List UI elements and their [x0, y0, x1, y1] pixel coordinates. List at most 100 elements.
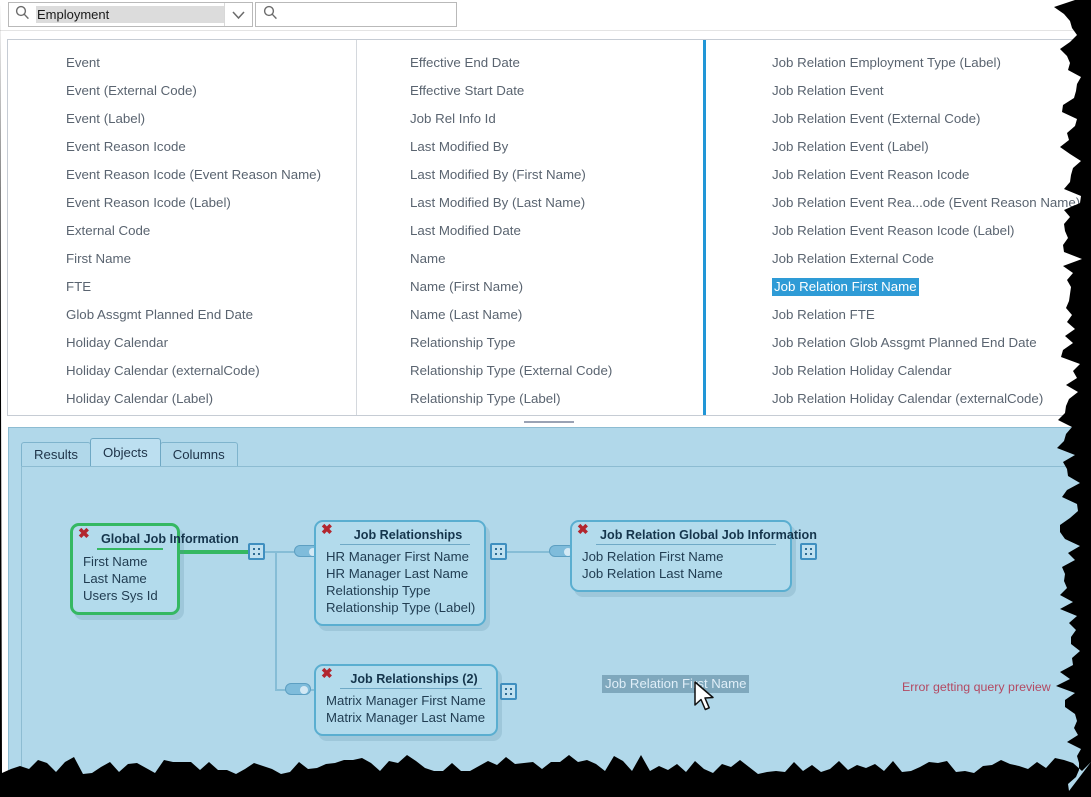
node-field[interactable]: Last Name	[83, 570, 167, 587]
tab-bar: Results Objects Columns	[21, 438, 238, 466]
top-search-bar: Employment	[0, 0, 1091, 31]
query-designer-panel: Results Objects Columns ✖ Global Job Inf…	[8, 427, 1091, 797]
list-item[interactable]: Job Relation Event (Label)	[706, 133, 1087, 161]
list-item[interactable]: Job Relation Event Reason Icode (Label)	[706, 217, 1087, 245]
close-x-icon[interactable]: ✖	[78, 526, 90, 540]
list-item[interactable]: Job Relation Holiday Calendar (externalC…	[706, 385, 1087, 413]
list-item-selected[interactable]: Job Relation First Name	[706, 273, 1087, 301]
node-field[interactable]: Matrix Manager First Name	[326, 692, 486, 709]
join-grid-icon[interactable]	[500, 683, 517, 700]
field-filter-input[interactable]	[284, 6, 434, 23]
list-item[interactable]: Event	[8, 49, 356, 77]
list-item[interactable]: External Code	[8, 217, 356, 245]
list-item[interactable]: Job Relation Event Reason Icode	[706, 161, 1087, 189]
entity-combobox-value[interactable]: Employment	[36, 6, 224, 23]
node-field[interactable]: Matrix Manager Last Name	[326, 709, 486, 726]
list-item[interactable]: First Name	[8, 245, 356, 273]
list-item[interactable]: Glob Assgmt Planned End Date	[8, 301, 356, 329]
object-node-global-job-information[interactable]: ✖ Global Job Information First Name Last…	[70, 523, 239, 615]
list-item[interactable]: Job Relation Glob Assgmt Planned End Dat…	[706, 329, 1087, 357]
list-item[interactable]: Name (Last Name)	[357, 301, 703, 329]
panel-splitter[interactable]	[7, 417, 1091, 427]
field-list-column-1[interactable]: Event Event (External Code) Event (Label…	[8, 40, 357, 415]
object-node-job-relationships-2[interactable]: ✖ Job Relationships (2) Matrix Manager F…	[314, 664, 498, 736]
node-field[interactable]: Users Sys Id	[83, 587, 167, 604]
field-list-column-2[interactable]: Effective End Date Effective Start Date …	[357, 40, 706, 415]
list-item[interactable]: Holiday Calendar (Label)	[8, 385, 356, 413]
join-grid-icon[interactable]	[248, 543, 265, 560]
close-x-icon[interactable]: ✖	[321, 666, 333, 680]
join-link-pill-icon[interactable]	[285, 683, 311, 695]
list-item[interactable]: Name (First Name)	[357, 273, 703, 301]
object-node-job-relation-global-job-information[interactable]: ✖ Job Relation Global Job Information Jo…	[570, 520, 817, 592]
list-item[interactable]: Event Reason Icode (Label)	[8, 189, 356, 217]
node-title-rule	[340, 544, 470, 545]
tab-objects[interactable]: Objects	[89, 438, 161, 466]
close-x-icon[interactable]: ✖	[577, 522, 589, 536]
field-list-panel: Event Event (External Code) Event (Label…	[7, 39, 1091, 416]
list-item[interactable]: Event Reason Icode	[8, 133, 356, 161]
list-item[interactable]: Job Relation Event (External Code)	[706, 105, 1087, 133]
list-item[interactable]: Relationship Type (Label)	[357, 385, 703, 413]
application-window: Employment Event Event (External Code) E…	[0, 0, 1091, 797]
list-item[interactable]: Relationship Type (External Code)	[357, 357, 703, 385]
node-title: Global Job Information	[101, 532, 239, 546]
list-item[interactable]: Holiday Calendar	[8, 329, 356, 357]
node-field[interactable]: Job Relation First Name	[582, 548, 780, 565]
list-item-selected-label: Job Relation First Name	[772, 278, 919, 296]
list-item[interactable]: FTE	[8, 273, 356, 301]
list-item[interactable]: Last Modified By (First Name)	[357, 161, 703, 189]
node-title: Job Relation Global Job Information	[600, 528, 817, 542]
connector-vertical-to-jobrel2[interactable]	[275, 551, 277, 691]
tab-columns[interactable]: Columns	[159, 442, 238, 466]
list-item[interactable]: Last Modified By	[357, 133, 703, 161]
node-title-rule	[340, 688, 482, 689]
node-title-rule	[97, 548, 163, 550]
screenshot-root: Employment Event Event (External Code) E…	[0, 0, 1091, 797]
node-field[interactable]: HR Manager First Name	[326, 548, 474, 565]
drag-ghost-label: Job Relation First Name	[602, 675, 750, 693]
node-title-rule	[596, 544, 776, 545]
list-item[interactable]: Event (External Code)	[8, 77, 356, 105]
list-item[interactable]: Job Relation Event Rea...ode (Event Reas…	[706, 189, 1087, 217]
list-item[interactable]: Job Rel Info Id	[357, 105, 703, 133]
list-item[interactable]: Job Relation FTE	[706, 301, 1087, 329]
list-item[interactable]: Job Relation Event	[706, 77, 1087, 105]
list-item[interactable]: Relationship Type	[357, 329, 703, 357]
list-item[interactable]: Holiday Calendar (externalCode)	[8, 357, 356, 385]
list-item[interactable]: Event (Label)	[8, 105, 356, 133]
list-item[interactable]: Effective Start Date	[357, 77, 703, 105]
list-item[interactable]: Job Relation Employment Type (Label)	[706, 49, 1087, 77]
query-preview-error-message: Error getting query preview	[902, 680, 1051, 694]
tab-results[interactable]: Results	[21, 442, 91, 466]
list-item[interactable]: Name	[357, 245, 703, 273]
node-field[interactable]: HR Manager Last Name	[326, 565, 474, 582]
mouse-pointer-icon	[694, 681, 716, 713]
list-item[interactable]: Effective End Date	[357, 49, 703, 77]
field-list-column-3[interactable]: Job Relation Employment Type (Label) Job…	[706, 40, 1087, 415]
close-x-icon[interactable]: ✖	[321, 522, 333, 536]
field-filter-searchbox[interactable]	[255, 2, 457, 27]
list-item[interactable]: Job Relation Holiday Calendar	[706, 357, 1087, 385]
topbar-divider	[0, 30, 1091, 31]
object-node-job-relationships[interactable]: ✖ Job Relationships HR Manager First Nam…	[314, 520, 486, 626]
node-title: Job Relationships	[353, 528, 463, 542]
list-item[interactable]: Event Reason Icode (Event Reason Name)	[8, 161, 356, 189]
objects-canvas[interactable]: ✖ Global Job Information First Name Last…	[21, 466, 1091, 797]
search-icon	[15, 5, 30, 25]
node-field[interactable]: First Name	[83, 553, 167, 570]
chevron-down-icon[interactable]	[224, 3, 252, 26]
list-item[interactable]: Last Modified By (Last Name)	[357, 189, 703, 217]
join-grid-icon[interactable]	[800, 543, 817, 560]
node-title: Job Relationships (2)	[350, 672, 478, 686]
join-grid-icon[interactable]	[490, 543, 507, 560]
node-field[interactable]: Relationship Type (Label)	[326, 599, 475, 616]
search-icon	[263, 5, 278, 25]
node-field[interactable]: Job Relation Last Name	[582, 565, 780, 582]
splitter-grip-icon[interactable]	[524, 421, 574, 423]
list-item[interactable]: Last Modified Date	[357, 217, 703, 245]
entity-combobox[interactable]: Employment	[8, 2, 253, 27]
node-field[interactable]: Relationship Type	[326, 582, 474, 599]
connector-green-gji-to-jobrel[interactable]	[178, 550, 250, 554]
list-item[interactable]: Job Relation External Code	[706, 245, 1087, 273]
